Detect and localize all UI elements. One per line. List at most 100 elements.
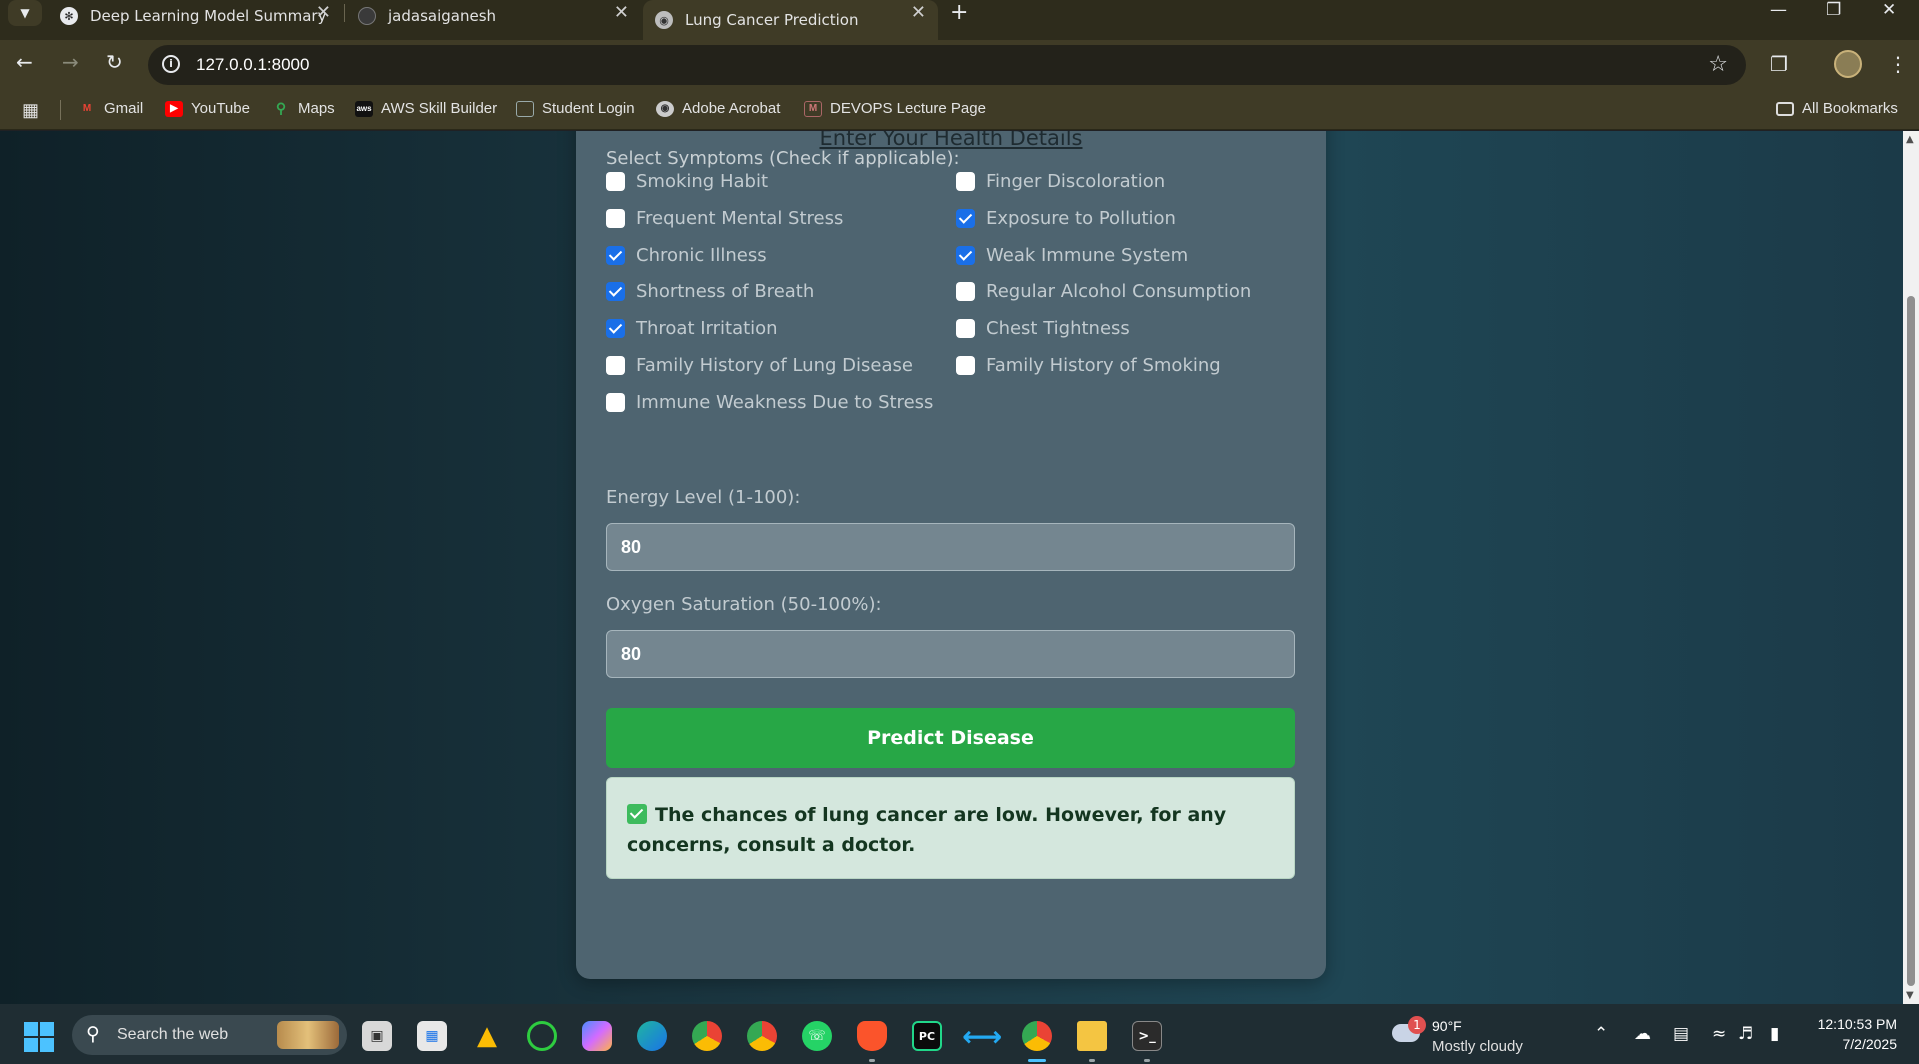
close-window-icon[interactable]: ✕ xyxy=(1882,0,1896,20)
reload-icon[interactable]: ↻ xyxy=(106,50,123,74)
symptom-checkbox[interactable]: Chronic Illness xyxy=(606,245,767,266)
unchecked-checkbox-icon[interactable] xyxy=(956,282,975,302)
windows-start-icon[interactable] xyxy=(24,1022,54,1052)
back-arrow-icon[interactable]: ← xyxy=(16,50,33,74)
unchecked-checkbox-icon[interactable] xyxy=(956,172,975,191)
unchecked-checkbox-icon[interactable] xyxy=(956,356,975,375)
oxygen-input[interactable]: 80 xyxy=(606,630,1295,678)
bookmark-youtube[interactable]: ▶ YouTube xyxy=(165,100,250,117)
symptom-checkbox[interactable]: Weak Immune System xyxy=(956,245,1188,266)
predict-disease-button[interactable]: Predict Disease xyxy=(606,708,1295,768)
checked-checkbox-icon[interactable] xyxy=(606,245,625,265)
tab-jadasaiganesh[interactable]: jadasaiganesh ✕ xyxy=(346,0,641,32)
tab-lung-cancer[interactable]: ◉ Lung Cancer Prediction ✕ xyxy=(643,0,938,40)
bookmark-maps[interactable]: ⚲ Maps xyxy=(272,100,335,117)
symptom-checkbox[interactable]: Regular Alcohol Consumption xyxy=(956,281,1251,302)
bookmark-label: Adobe Acrobat xyxy=(682,100,781,117)
chrome-icon[interactable] xyxy=(747,1021,777,1051)
whatsapp-icon[interactable]: ☏ xyxy=(802,1021,832,1051)
symptom-checkbox[interactable]: Frequent Mental Stress xyxy=(606,208,843,229)
openai-icon: ✻ xyxy=(60,7,78,25)
forward-arrow-icon[interactable]: → xyxy=(62,50,79,74)
unchecked-checkbox-icon[interactable] xyxy=(606,356,625,375)
new-tab-plus-icon[interactable]: + xyxy=(950,0,968,25)
unchecked-checkbox-icon[interactable] xyxy=(606,392,625,412)
task-view-icon[interactable]: ▣ xyxy=(362,1021,392,1051)
copilot-icon[interactable] xyxy=(582,1021,612,1051)
wifi-icon[interactable]: ≈ xyxy=(1712,1024,1726,1044)
bookmark-label: YouTube xyxy=(191,100,250,117)
checked-checkbox-icon[interactable] xyxy=(606,319,625,339)
microsoft-store-icon[interactable]: ▦ xyxy=(417,1021,447,1051)
apps-grid-icon[interactable]: ▦ xyxy=(22,100,39,121)
unchecked-checkbox-icon[interactable] xyxy=(606,172,625,191)
unchecked-checkbox-icon[interactable] xyxy=(606,208,625,228)
chevron-up-icon[interactable]: ⌃ xyxy=(1594,1024,1608,1044)
close-tab-icon[interactable]: ✕ xyxy=(911,2,926,23)
checked-checkbox-icon[interactable] xyxy=(956,208,975,228)
terminal-icon[interactable]: >_ xyxy=(1132,1021,1162,1051)
running-indicator xyxy=(869,1059,875,1062)
avatar[interactable] xyxy=(1834,50,1862,78)
symptom-checkbox[interactable]: Chest Tightness xyxy=(956,318,1130,339)
scroll-up-arrow-icon[interactable]: ▲ xyxy=(1906,134,1914,145)
bookmark-aws[interactable]: aws AWS Skill Builder xyxy=(355,100,497,117)
edge-icon[interactable] xyxy=(637,1021,667,1051)
all-bookmarks-label: All Bookmarks xyxy=(1802,100,1898,117)
close-tab-icon[interactable]: ✕ xyxy=(614,2,629,23)
globe-icon: ◉ xyxy=(656,100,674,117)
chrome-profile-icon[interactable] xyxy=(1022,1021,1052,1051)
symptom-checkbox[interactable]: Finger Discoloration xyxy=(956,171,1165,192)
file-explorer-icon[interactable] xyxy=(1077,1021,1107,1051)
maps-pin-icon: ⚲ xyxy=(275,100,287,116)
display-icon[interactable]: ▤ xyxy=(1673,1024,1689,1044)
page-scrollbar[interactable]: ▲ ▼ xyxy=(1903,131,1919,1004)
all-bookmarks[interactable]: All Bookmarks xyxy=(1776,100,1898,117)
symptom-checkbox[interactable]: Family History of Smoking xyxy=(956,355,1221,376)
symptom-checkbox[interactable]: Shortness of Breath xyxy=(606,281,814,302)
address-bar[interactable]: i 127.0.0.1:8000 ☆ xyxy=(148,45,1746,85)
bookmark-label: DEVOPS Lecture Page xyxy=(830,100,986,117)
site-info-icon[interactable]: i xyxy=(162,55,180,73)
bookmark-devops[interactable]: M DEVOPS Lecture Page xyxy=(804,100,986,117)
pycharm-icon[interactable]: PC xyxy=(912,1021,942,1051)
github-icon xyxy=(358,7,376,25)
restore-icon[interactable]: ❐ xyxy=(1826,0,1841,20)
tab-search-button[interactable]: ▼ xyxy=(8,0,42,26)
checked-checkbox-icon[interactable] xyxy=(956,245,975,265)
bookmark-student-login[interactable]: Student Login xyxy=(516,100,635,117)
symptom-checkbox[interactable]: Exposure to Pollution xyxy=(956,208,1176,229)
symptom-checkbox[interactable]: Smoking Habit xyxy=(606,171,768,192)
brave-icon[interactable] xyxy=(857,1021,887,1051)
google-drive-icon[interactable]: ▲ xyxy=(472,1021,502,1051)
kebab-menu-icon[interactable]: ⋮ xyxy=(1888,52,1908,76)
taskbar-search[interactable]: ⚲ Search the web xyxy=(72,1015,347,1055)
url-text[interactable]: 127.0.0.1:8000 xyxy=(196,55,309,75)
circle-app-icon[interactable] xyxy=(527,1021,557,1051)
onedrive-icon[interactable]: ☁ xyxy=(1634,1024,1651,1044)
symptoms-label: Select Symptoms (Check if applicable): xyxy=(606,148,960,169)
scroll-down-arrow-icon[interactable]: ▼ xyxy=(1906,990,1914,1001)
bookmark-adobe[interactable]: ◉ Adobe Acrobat xyxy=(656,100,780,117)
star-icon[interactable]: ☆ xyxy=(1708,52,1728,77)
energy-input[interactable]: 80 xyxy=(606,523,1295,571)
prediction-result: The chances of lung cancer are low. Howe… xyxy=(606,777,1295,879)
checked-checkbox-icon[interactable] xyxy=(606,282,625,302)
symptom-checkbox[interactable]: Throat Irritation xyxy=(606,318,778,339)
tab-deep-learning[interactable]: ✻ Deep Learning Model Summary ✕ xyxy=(48,0,343,32)
vscode-icon[interactable]: ⟷ xyxy=(962,1020,1002,1053)
oxygen-label: Oxygen Saturation (50-100%): xyxy=(606,594,882,615)
system-clock[interactable]: 12:10:53 PM 7/2/2025 xyxy=(1818,1014,1897,1054)
puzzle-icon[interactable]: ❐ xyxy=(1770,52,1788,76)
symptom-checkbox[interactable]: Immune Weakness Due to Stress xyxy=(606,392,933,413)
volume-icon[interactable]: ♬ xyxy=(1738,1024,1753,1044)
symptom-checkbox[interactable]: Family History of Lung Disease xyxy=(606,355,913,376)
search-icon: ⚲ xyxy=(86,1023,100,1045)
battery-icon[interactable]: ▮ xyxy=(1770,1024,1779,1044)
unchecked-checkbox-icon[interactable] xyxy=(956,319,975,339)
scroll-thumb[interactable] xyxy=(1907,296,1915,986)
chrome-icon[interactable] xyxy=(692,1021,722,1051)
close-tab-icon[interactable]: ✕ xyxy=(316,2,331,23)
bookmark-gmail[interactable]: M Gmail xyxy=(78,100,143,117)
minimize-icon[interactable]: — xyxy=(1770,0,1787,20)
